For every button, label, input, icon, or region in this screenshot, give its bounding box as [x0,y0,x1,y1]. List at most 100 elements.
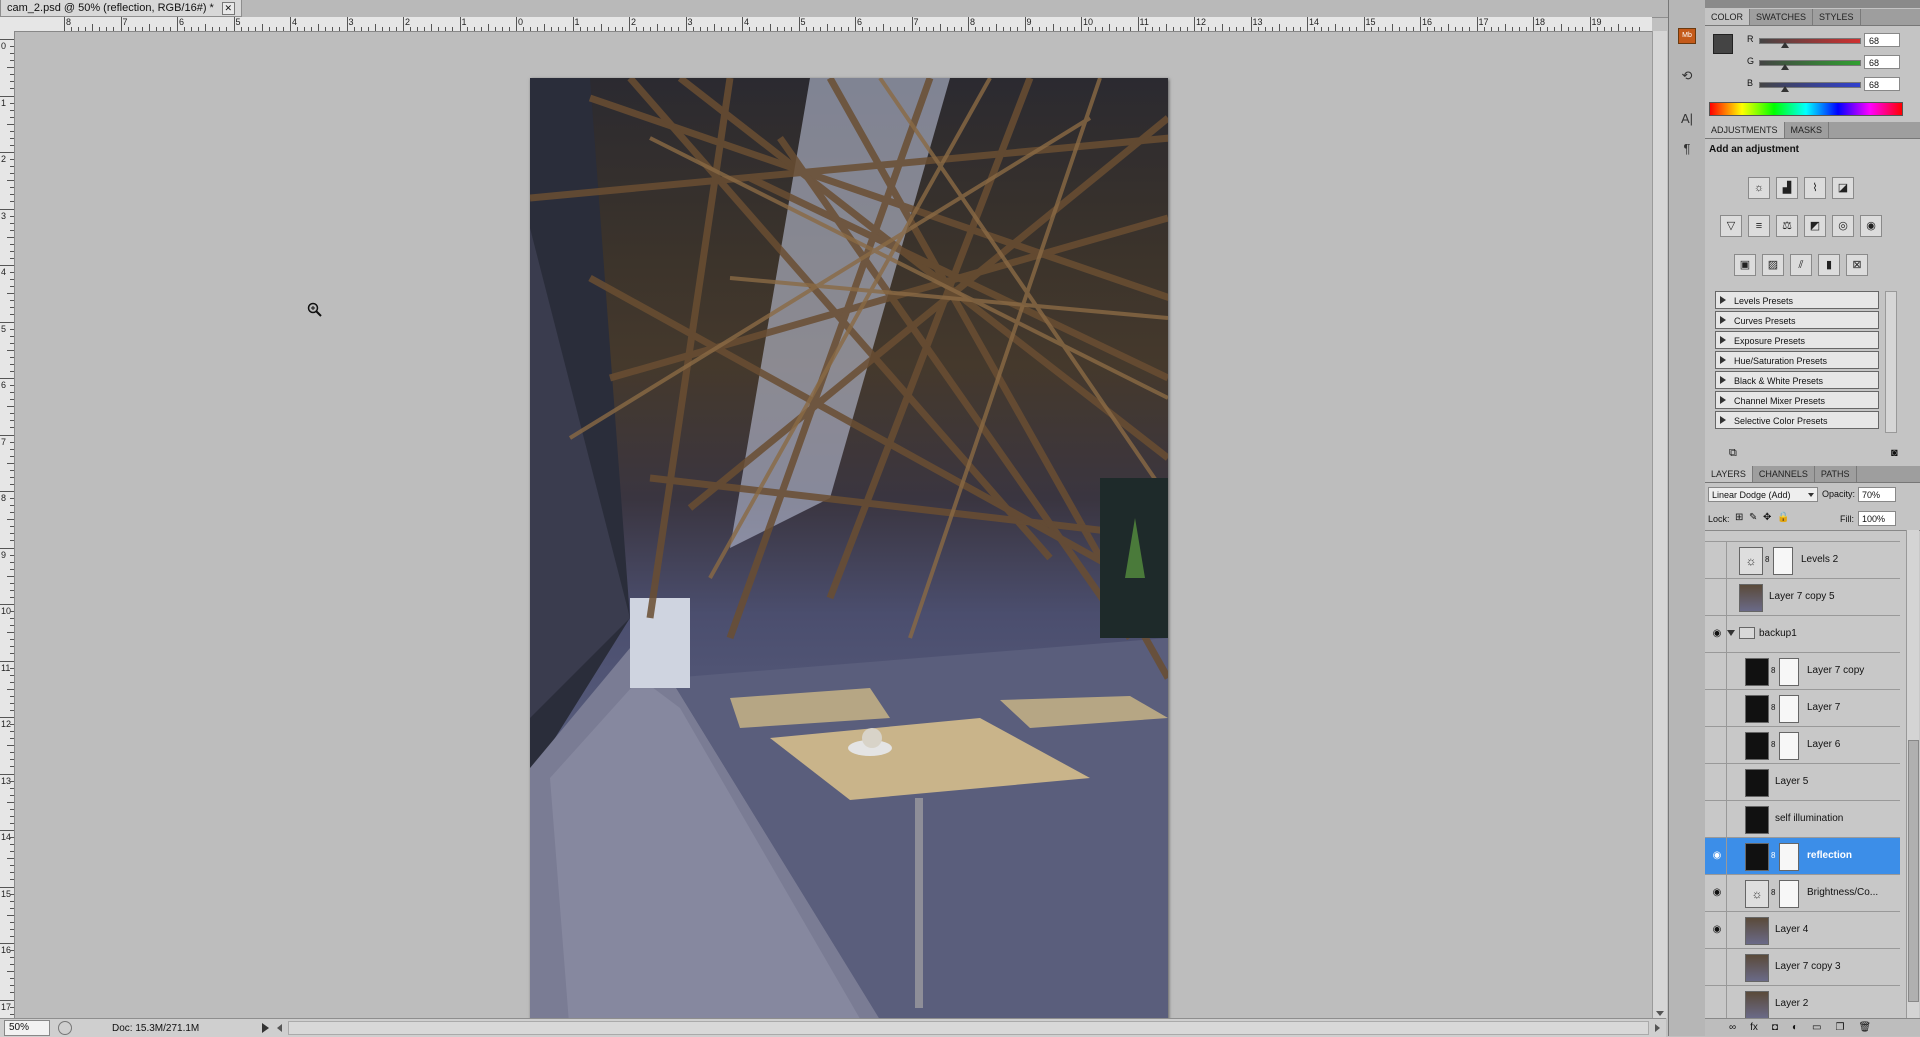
lock-pixels-icon[interactable]: ✎ [1749,512,1757,523]
ruler-horizontal[interactable]: 8 7 6 5 4 3 2 1 0 1 2 3 4 5 6 7 8 9 10 11 12 13 14 15 16 17 18 19 [0,17,1652,32]
black-white-icon[interactable]: ◩ [1804,215,1826,237]
layer-thumbnail[interactable] [1745,806,1769,834]
adjustment-icon[interactable]: ◐ [1792,1022,1798,1033]
visibility-toggle[interactable]: ◉ [1706,875,1727,911]
channel-value-g[interactable]: 68 [1864,55,1900,69]
visibility-toggle[interactable] [1706,542,1727,578]
layer-row[interactable]: Layer 5 [1705,764,1900,801]
mini-bridge-icon[interactable]: Mb [1676,26,1698,46]
preset-channel-mixer[interactable]: Channel Mixer Presets [1715,391,1879,409]
lock-all-icon[interactable]: 🔒 [1777,512,1789,523]
tab-swatches[interactable]: SWATCHES [1750,9,1814,25]
color-spectrum-bar[interactable] [1709,102,1903,116]
layer-mask-thumbnail[interactable] [1779,695,1799,723]
layer-row[interactable]: ◉ Layer 4 [1705,912,1900,949]
new-layer-icon[interactable]: ❐ [1835,1022,1844,1033]
layer-thumbnail[interactable] [1745,954,1769,982]
threshold-icon[interactable]: ⫽ [1790,254,1812,276]
layer-row[interactable]: ◉ ☼ 8 Brightness/Co... [1705,875,1900,912]
color-balance-icon[interactable]: ⚖ [1776,215,1798,237]
group-expand-icon[interactable] [1727,630,1735,636]
layers-scroll-thumb[interactable] [1908,740,1919,1002]
layer-row[interactable]: self illumination [1705,801,1900,838]
selective-color-icon[interactable]: ⊠ [1846,254,1868,276]
visibility-toggle[interactable]: ◉ [1706,912,1727,948]
lock-transparency-icon[interactable]: ⊞ [1735,512,1743,523]
tab-styles[interactable]: STYLES [1813,9,1861,25]
fill-field[interactable]: 100% [1858,511,1896,526]
chain-link-icon[interactable]: 8 [1771,703,1775,712]
visibility-toggle[interactable]: ◉ [1706,616,1727,652]
mask-icon[interactable]: ◘ [1772,1022,1778,1033]
status-menu-icon[interactable] [262,1023,269,1033]
lock-position-icon[interactable]: ✥ [1763,512,1771,523]
layer-mask-thumbnail[interactable] [1779,658,1799,686]
link-icon[interactable]: ∞ [1729,1022,1736,1033]
ruler-vertical[interactable]: 0 1 2 3 4 5 6 7 8 9 10 11 12 13 14 15 16 17 [0,31,15,1018]
layer-thumbnail[interactable] [1745,917,1769,945]
layer-thumbnail[interactable] [1745,843,1769,871]
chain-link-icon[interactable]: 8 [1771,851,1775,860]
close-icon[interactable]: ✕ [221,1,235,15]
adjustment-clip-icon[interactable]: ⧉ [1729,447,1737,460]
canvas-vertical-scrollbar[interactable] [1652,31,1667,1018]
chain-link-icon[interactable]: 8 [1765,555,1769,564]
panel-dock-header[interactable] [1705,0,1920,8]
tab-channels[interactable]: CHANNELS [1753,466,1815,482]
visibility-toggle[interactable] [1706,986,1727,1019]
layer-thumbnail[interactable] [1745,769,1769,797]
tab-adjustments[interactable]: ADJUSTMENTS [1705,122,1785,138]
preset-selective-color[interactable]: Selective Color Presets [1715,411,1879,429]
preset-curves[interactable]: Curves Presets [1715,311,1879,329]
partial-layer-row[interactable] [1705,531,1900,542]
zoom-level-field[interactable]: 50% [4,1020,50,1036]
scroll-left-icon[interactable] [277,1024,282,1032]
visibility-toggle[interactable] [1706,579,1727,615]
levels-icon[interactable]: ▟ [1776,177,1798,199]
slider-thumb-g[interactable] [1781,64,1789,70]
presets-scrollbar[interactable] [1885,291,1897,433]
visibility-toggle[interactable] [1706,690,1727,726]
preset-hue-saturation[interactable]: Hue/Saturation Presets [1715,351,1879,369]
adjustment-layer-icon[interactable]: ☼ [1745,880,1769,908]
slider-track-b[interactable] [1759,82,1861,88]
layer-row[interactable]: ◉ backup1 [1705,616,1900,653]
tab-paths[interactable]: PATHS [1815,466,1857,482]
group-icon[interactable]: ▭ [1812,1022,1821,1033]
layer-thumbnail[interactable] [1745,732,1769,760]
chain-link-icon[interactable]: 8 [1771,740,1775,749]
blend-mode-select[interactable]: Linear Dodge (Add) [1708,487,1818,502]
chain-link-icon[interactable]: 8 [1771,888,1775,897]
color-slider-b[interactable]: B 68 [1705,76,1920,94]
gradient-map-icon[interactable]: ▮ [1818,254,1840,276]
character-icon[interactable]: A| [1676,108,1698,128]
layers-scrollbar[interactable] [1906,530,1919,1018]
visibility-toggle[interactable] [1706,764,1727,800]
preset-levels[interactable]: Levels Presets [1715,291,1879,309]
photo-filter-icon[interactable]: ◎ [1832,215,1854,237]
visibility-toggle[interactable] [1706,653,1727,689]
slider-thumb-r[interactable] [1781,42,1789,48]
layer-row[interactable]: 8 Layer 7 [1705,690,1900,727]
color-slider-r[interactable]: R 68 [1705,32,1920,50]
visibility-toggle[interactable] [1706,949,1727,985]
paragraph-icon[interactable]: ¶ [1676,138,1698,158]
chain-link-icon[interactable]: 8 [1771,666,1775,675]
tab-masks[interactable]: MASKS [1785,122,1830,138]
curves-icon[interactable]: ⌇ [1804,177,1826,199]
channel-value-b[interactable]: 68 [1864,77,1900,91]
slider-thumb-b[interactable] [1781,86,1789,92]
posterize-icon[interactable]: ▨ [1762,254,1784,276]
visibility-toggle[interactable] [1706,727,1727,763]
channel-mixer-icon[interactable]: ◉ [1860,215,1882,237]
layer-mask-thumbnail[interactable] [1773,547,1793,575]
layer-row[interactable]: ☼ 8 Levels 2 [1705,542,1900,579]
adjustment-layer-icon[interactable]: ☼ [1739,547,1763,575]
layer-row[interactable]: 8 Layer 7 copy [1705,653,1900,690]
invert-icon[interactable]: ▣ [1734,254,1756,276]
canvas-horizontal-scrollbar[interactable] [288,1021,1649,1035]
layer-thumbnail[interactable] [1745,991,1769,1019]
channel-value-r[interactable]: 68 [1864,33,1900,47]
layer-thumbnail[interactable] [1745,695,1769,723]
visibility-toggle[interactable] [1706,801,1727,837]
